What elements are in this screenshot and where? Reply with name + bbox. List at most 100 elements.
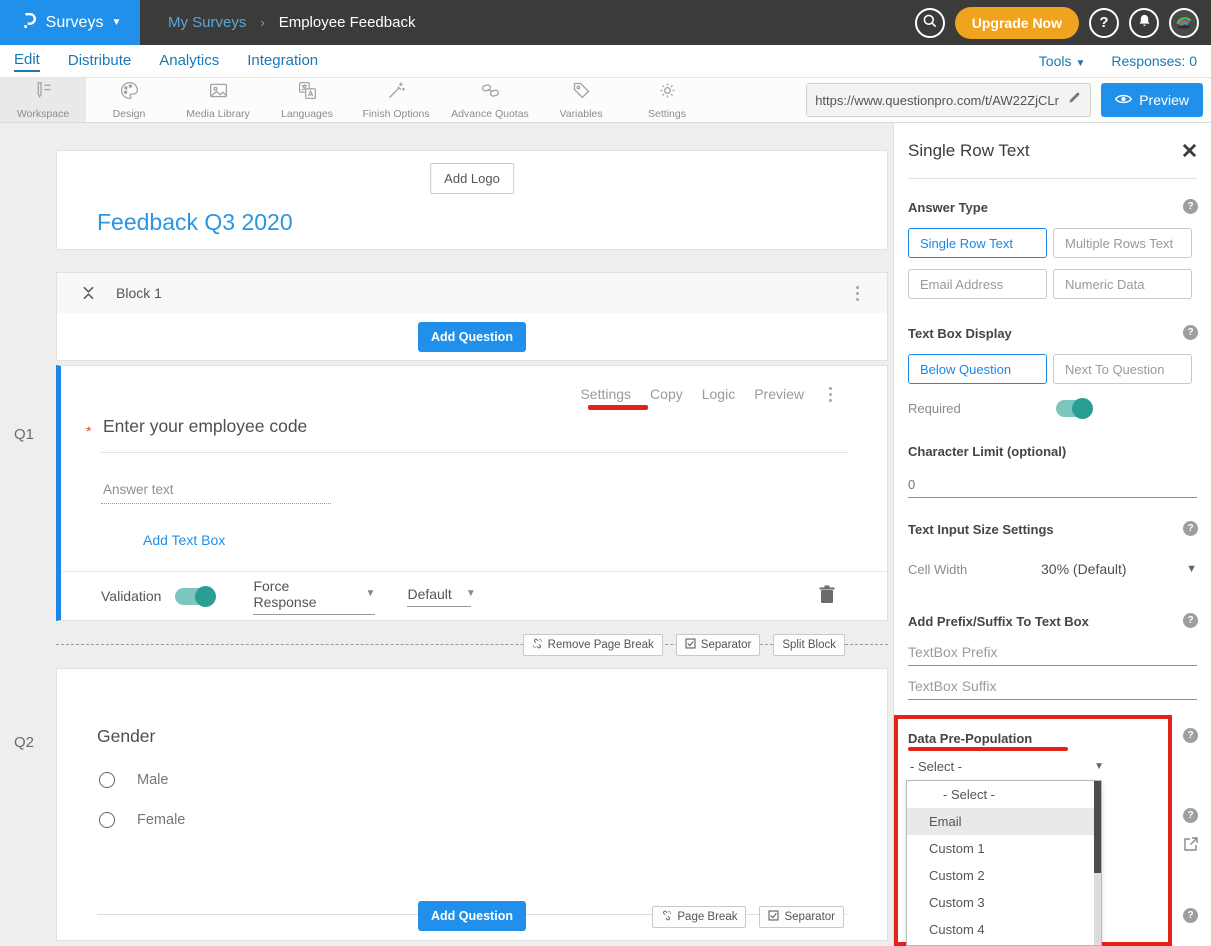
answer-type-single-row[interactable]: Single Row Text [908, 228, 1047, 258]
help-icon[interactable]: ? [1183, 908, 1198, 923]
radio-icon[interactable] [99, 772, 115, 788]
page-break-button[interactable]: Page Break [652, 906, 746, 928]
dropdown-scrollbar[interactable] [1094, 781, 1101, 945]
delete-question-icon[interactable] [819, 585, 835, 608]
survey-url-field[interactable] [806, 83, 1091, 117]
q1-tab-settings[interactable]: Settings [580, 386, 631, 402]
dropdown-option-select[interactable]: - Select - [907, 781, 1101, 808]
add-question-button-top[interactable]: Add Question [418, 322, 526, 352]
editor-toolbar: Workspace Design Media Library Languages… [0, 78, 1211, 123]
help-icon[interactable]: ? [1183, 199, 1198, 214]
character-limit-input[interactable] [908, 475, 1197, 498]
dropdown-option-custom3[interactable]: Custom 3 [907, 889, 1101, 916]
q2-option-male[interactable]: Male [99, 772, 168, 788]
display-below-question[interactable]: Below Question [908, 354, 1047, 384]
help-icon[interactable]: ? [1183, 808, 1198, 823]
add-logo-button[interactable]: Add Logo [430, 163, 514, 194]
tab-edit[interactable]: Edit [14, 51, 40, 72]
tab-analytics[interactable]: Analytics [159, 52, 219, 71]
q1-answer-placeholder[interactable]: Answer text [103, 482, 174, 497]
dropdown-option-custom1[interactable]: Custom 1 [907, 835, 1101, 862]
force-response-dropdown[interactable]: Force Response▼ [253, 578, 375, 615]
display-next-to-question[interactable]: Next To Question [1053, 354, 1192, 384]
chevron-down-icon: ▼ [366, 588, 376, 599]
remove-page-break-button[interactable]: Remove Page Break [523, 634, 663, 656]
image-icon [208, 80, 229, 106]
upgrade-now-button[interactable]: Upgrade Now [955, 7, 1079, 39]
text-input-size-label: Text Input Size Settings [908, 522, 1054, 537]
dropdown-option-custom2[interactable]: Custom 2 [907, 862, 1101, 889]
q1-question-rule [101, 452, 849, 453]
preview-button[interactable]: Preview [1101, 83, 1203, 117]
q1-tab-logic[interactable]: Logic [702, 386, 735, 402]
breadcrumb-my-surveys[interactable]: My Surveys [168, 14, 246, 31]
toolbar-item-finish-options[interactable]: Finish Options [350, 78, 442, 122]
separator-button[interactable]: Separator [676, 634, 761, 656]
help-icon[interactable]: ? [1183, 728, 1198, 743]
toolbar-item-languages[interactable]: Languages [264, 78, 350, 122]
q2-option-female[interactable]: Female [99, 812, 185, 828]
answer-type-multiple-rows[interactable]: Multiple Rows Text [1053, 228, 1192, 258]
q1-tab-copy[interactable]: Copy [650, 386, 683, 402]
q1-tab-preview[interactable]: Preview [754, 386, 804, 402]
dropdown-option-email[interactable]: Email [907, 808, 1101, 835]
question-mark-icon: ? [1099, 14, 1108, 31]
avatar-image [1173, 10, 1195, 36]
textbox-prefix-input[interactable] [908, 643, 1197, 666]
annotation-prepopulation-underline [908, 747, 1068, 751]
toolbar-item-design[interactable]: Design [86, 78, 172, 122]
tools-menu[interactable]: Tools▼ [1039, 53, 1086, 69]
cell-width-value[interactable]: 30% (Default) [1041, 561, 1127, 577]
answer-type-email[interactable]: Email Address [908, 269, 1047, 299]
required-toggle[interactable] [1056, 400, 1092, 417]
survey-url-input[interactable] [815, 93, 1061, 108]
toolbar-item-media-library[interactable]: Media Library [172, 78, 264, 122]
breadcrumb: My Surveys › Employee Feedback [168, 14, 415, 31]
edit-pencil-icon[interactable] [1067, 90, 1082, 110]
product-switcher[interactable]: Surveys ▼ [0, 0, 140, 45]
tab-distribute[interactable]: Distribute [68, 52, 131, 71]
q1-menu-kebab-icon[interactable] [829, 387, 832, 402]
toolbar-item-variables[interactable]: Variables [538, 78, 624, 122]
chevron-down-icon[interactable]: ▼ [1186, 563, 1197, 575]
help-button[interactable]: ? [1089, 8, 1119, 38]
toolbar-item-advance-quotas[interactable]: Advance Quotas [442, 78, 538, 122]
responses-count[interactable]: Responses: 0 [1111, 53, 1197, 69]
radio-icon[interactable] [99, 812, 115, 828]
search-button[interactable] [915, 8, 945, 38]
user-avatar[interactable] [1169, 8, 1199, 38]
checkbox-checked-icon [685, 638, 696, 652]
toolbar-item-settings[interactable]: Settings [624, 78, 710, 122]
validation-default-dropdown[interactable]: Default▼ [407, 586, 471, 607]
dropdown-scrollbar-thumb[interactable] [1094, 781, 1101, 873]
character-limit-label: Character Limit (optional) [908, 444, 1066, 459]
separator-button[interactable]: Separator [759, 906, 844, 928]
magic-wand-icon [386, 80, 407, 106]
dropdown-option-custom4[interactable]: Custom 4 [907, 916, 1101, 943]
validation-toggle[interactable] [175, 588, 215, 605]
tag-icon [571, 80, 592, 106]
help-icon[interactable]: ? [1183, 325, 1198, 340]
data-prepopulation-select[interactable]: - Select - ▼ [910, 759, 1104, 774]
survey-title[interactable]: Feedback Q3 2020 [97, 209, 293, 236]
toolbar-item-workspace[interactable]: Workspace [0, 78, 86, 122]
textbox-suffix-input[interactable] [908, 677, 1197, 700]
add-question-button-bottom[interactable]: Add Question [418, 901, 526, 931]
block-menu-kebab-icon[interactable] [856, 286, 859, 301]
notifications-button[interactable] [1129, 8, 1159, 38]
checkbox-checked-icon [768, 910, 779, 924]
collapse-block-icon[interactable] [83, 286, 94, 300]
close-icon[interactable] [1182, 143, 1197, 163]
question-number-q1: Q1 [14, 426, 34, 443]
help-icon[interactable]: ? [1183, 521, 1198, 536]
answer-type-numeric[interactable]: Numeric Data [1053, 269, 1192, 299]
split-block-button[interactable]: Split Block [773, 634, 845, 656]
tab-integration[interactable]: Integration [247, 52, 318, 71]
block-name[interactable]: Block 1 [116, 285, 162, 301]
help-icon[interactable]: ? [1183, 613, 1198, 628]
survey-header-card: Add Logo Feedback Q3 2020 [56, 150, 888, 250]
external-link-icon[interactable] [1183, 836, 1199, 857]
q1-question-text[interactable]: Enter your employee code [103, 416, 307, 437]
q2-question-text[interactable]: Gender [97, 726, 155, 747]
add-text-box-link[interactable]: Add Text Box [143, 532, 225, 548]
